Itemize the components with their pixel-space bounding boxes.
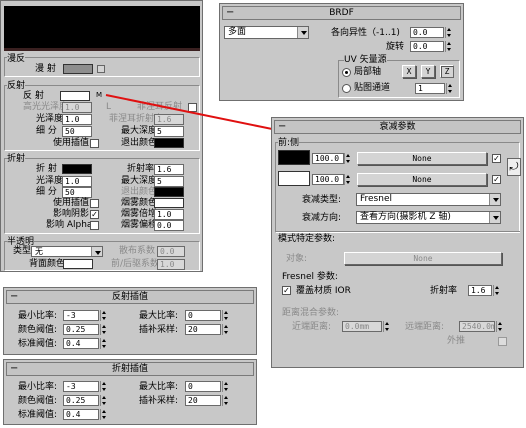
falloff-ior-field[interactable]: 1.6: [468, 285, 492, 296]
side-color-swatch[interactable]: [278, 171, 310, 186]
collapse-icon: −: [10, 291, 19, 302]
falloff-type-value: Fresnel: [360, 194, 392, 204]
falloff-direction-value: 查看方向(摄影机 Z 轴): [360, 212, 451, 222]
override-ior-checkbox[interactable]: ✓: [282, 286, 291, 295]
normal-thresh-spinner[interactable]: [100, 409, 106, 420]
near-distance-spinner[interactable]: [383, 321, 389, 332]
front-side-label: 前:侧: [278, 138, 300, 149]
distance-blend-title: 距离混合参数:: [282, 308, 340, 318]
falloff-direction-label: 衰减方向:: [302, 213, 342, 223]
mode-specific-title: 模式特定参数:: [278, 234, 336, 244]
override-ior-label: 覆盖材质 IOR: [296, 286, 351, 296]
interp-samples-spinner[interactable]: [222, 324, 228, 335]
color-thresh-label: 颜色阈值:: [18, 396, 58, 406]
falloff-panel: − 衰减参数 前:侧 100.0 None ✓ ⤾ 100.0 None ✓ 衰减…: [271, 117, 524, 368]
max-rate-spinner[interactable]: [222, 381, 228, 392]
min-rate-label: 最小比率:: [18, 382, 58, 392]
falloff-ior-label: 折射率: [430, 286, 458, 296]
far-distance-label: 远端距离:: [405, 322, 445, 332]
max-rate-spinner[interactable]: [222, 310, 228, 321]
max-rate-label: 最大比率:: [139, 311, 179, 321]
refl-interp-title: 反射插值: [111, 292, 148, 302]
reflection-interp-panel: − 反射插值 最小比率: -3 最大比率: 0 颜色阈值: 0.25 插补采样: …: [3, 287, 257, 355]
color-thresh-label: 颜色阈值:: [18, 325, 58, 335]
side-map-checkbox[interactable]: ✓: [492, 175, 501, 184]
refraction-interp-panel: − 折射插值 最小比率: -3 最大比率: 0 颜色阈值: 0.25 插补采样: …: [3, 359, 257, 425]
max-rate-label: 最大比率:: [139, 382, 179, 392]
front-map-button[interactable]: None: [357, 152, 487, 165]
falloff-ior-spinner[interactable]: [493, 285, 499, 296]
falloff-direction-dropdown[interactable]: 查看方向(摄影机 Z 轴): [356, 211, 501, 224]
min-rate-field[interactable]: -3: [63, 381, 99, 392]
max-rate-field[interactable]: 0: [185, 381, 221, 392]
side-amount-spinner[interactable]: [344, 174, 350, 185]
refr-interp-title-bar[interactable]: − 折射插值: [6, 362, 254, 376]
far-distance-spinner[interactable]: [496, 321, 502, 332]
refr-interp-title: 折射插值: [111, 364, 148, 374]
color-thresh-spinner[interactable]: [100, 324, 106, 335]
swap-colors-icon[interactable]: ⤾: [507, 158, 521, 176]
max-rate-field[interactable]: 0: [185, 310, 221, 321]
color-thresh-spinner[interactable]: [100, 395, 106, 406]
normal-thresh-label: 标准阈值:: [18, 339, 58, 349]
fresnel-params-label: Fresnel 参数:: [282, 272, 338, 282]
interp-samples-field[interactable]: 20: [185, 324, 221, 335]
interp-samples-label: 插补采样:: [139, 396, 179, 406]
color-thresh-field[interactable]: 0.25: [63, 395, 99, 406]
falloff-type-label: 衰减类型:: [302, 195, 342, 205]
color-thresh-field[interactable]: 0.25: [63, 324, 99, 335]
normal-thresh-field[interactable]: 0.4: [63, 338, 99, 349]
falloff-title: 衰减参数: [379, 122, 416, 132]
front-amount-spinner[interactable]: [344, 153, 350, 164]
normal-thresh-field[interactable]: 0.4: [63, 409, 99, 420]
collapse-icon: −: [10, 363, 19, 374]
chevron-down-icon: [489, 212, 500, 223]
falloff-type-dropdown[interactable]: Fresnel: [356, 193, 501, 206]
section-divider: [275, 231, 520, 232]
front-map-checkbox[interactable]: ✓: [492, 154, 501, 163]
interp-samples-spinner[interactable]: [222, 395, 228, 406]
object-pick-button[interactable]: None: [344, 252, 502, 265]
min-rate-spinner[interactable]: [100, 381, 106, 392]
side-map-button[interactable]: None: [357, 173, 487, 186]
min-rate-field[interactable]: -3: [63, 310, 99, 321]
normal-thresh-spinner[interactable]: [100, 338, 106, 349]
front-amount-field[interactable]: 100.0: [312, 153, 344, 164]
object-label: 对象:: [286, 254, 308, 264]
interp-samples-label: 插补采样:: [139, 325, 179, 335]
extrapolate-checkbox[interactable]: [498, 337, 507, 346]
chevron-down-icon: [489, 194, 500, 205]
front-color-swatch[interactable]: [278, 150, 310, 165]
collapse-icon: −: [278, 121, 287, 132]
falloff-title-bar[interactable]: − 衰减参数: [274, 120, 521, 134]
far-distance-field[interactable]: 2540.0m: [459, 321, 495, 332]
interp-samples-field[interactable]: 20: [185, 395, 221, 406]
extrapolate-label: 外推: [447, 336, 466, 346]
side-amount-field[interactable]: 100.0: [312, 174, 344, 185]
min-rate-spinner[interactable]: [100, 310, 106, 321]
near-distance-field[interactable]: 0.0mm: [342, 321, 382, 332]
min-rate-label: 最小比率:: [18, 311, 58, 321]
near-distance-label: 近端距离:: [292, 322, 332, 332]
normal-thresh-label: 标准阈值:: [18, 410, 58, 420]
refl-interp-title-bar[interactable]: − 反射插值: [6, 290, 254, 304]
